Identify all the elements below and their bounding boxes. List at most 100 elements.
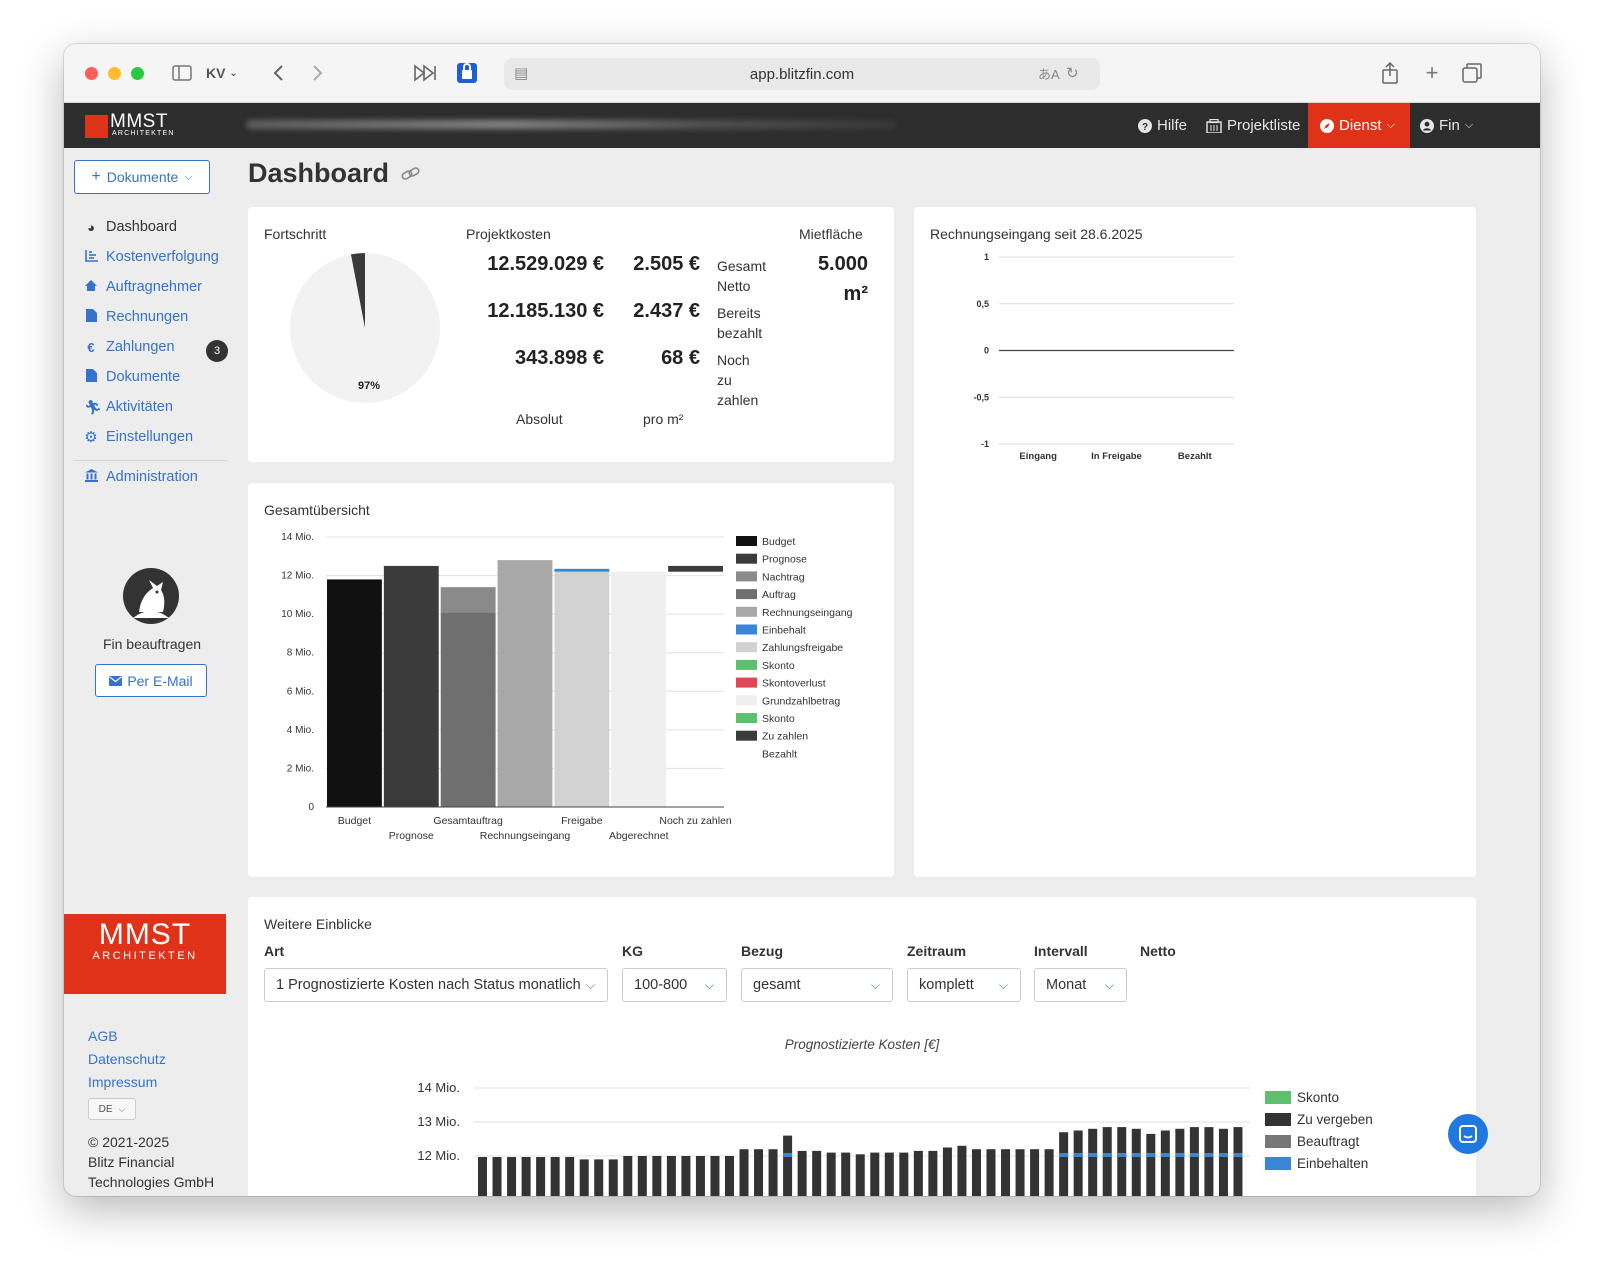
back-icon[interactable]: [268, 60, 288, 86]
forward-icon[interactable]: [308, 60, 328, 86]
fast-forward-icon[interactable]: [412, 60, 438, 86]
bezug-select[interactable]: gesamt ⌵: [741, 968, 893, 1002]
forecast-bar[interactable]: [1015, 1149, 1025, 1196]
forecast-bar[interactable]: [550, 1157, 560, 1196]
forecast-bar[interactable]: [579, 1159, 589, 1196]
forecast-bar[interactable]: [1160, 1130, 1170, 1197]
bar-nachtrag[interactable]: [440, 587, 496, 613]
forecast-bar[interactable]: [565, 1157, 575, 1196]
language-select[interactable]: DE ⌵: [88, 1098, 136, 1120]
forecast-bar[interactable]: [754, 1149, 764, 1196]
forecast-bar[interactable]: [986, 1149, 996, 1196]
forecast-bar[interactable]: [478, 1157, 488, 1196]
forecast-bar[interactable]: [724, 1156, 734, 1196]
forecast-bar[interactable]: [739, 1149, 749, 1196]
sidebar-item-dokumente[interactable]: Dokumente: [84, 366, 234, 388]
forecast-bar[interactable]: [1131, 1128, 1141, 1196]
sidebar-item-auftragnehmer[interactable]: Auftragnehmer: [84, 276, 234, 298]
forecast-bar[interactable]: [1218, 1128, 1228, 1196]
forecast-bar[interactable]: [797, 1150, 807, 1196]
privacy-link[interactable]: Datenschutz: [88, 1051, 166, 1067]
bar-einbehalt[interactable]: [554, 568, 610, 572]
sidebar-item-administration[interactable]: Administration: [84, 466, 234, 488]
zoom-window-button[interactable]: [131, 67, 144, 80]
bar-prognose[interactable]: [383, 565, 439, 807]
help-link[interactable]: ? Hilfe: [1138, 103, 1187, 148]
logo-text[interactable]: MMST: [110, 112, 168, 131]
forecast-bar[interactable]: [957, 1145, 967, 1196]
forecast-bar[interactable]: [899, 1152, 909, 1196]
forecast-bar[interactable]: [521, 1157, 531, 1196]
extension-icon[interactable]: [454, 60, 480, 86]
sidebar-item-dashboard[interactable]: ◕ Dashboard: [84, 216, 234, 238]
forecast-bar[interactable]: [695, 1156, 705, 1196]
project-list-link[interactable]: Projektliste: [1206, 103, 1300, 148]
reload-icon[interactable]: ↻: [1066, 64, 1079, 82]
forecast-bar[interactable]: [652, 1156, 662, 1196]
user-menu[interactable]: Fin ⌵: [1420, 103, 1473, 148]
translate-icon[interactable]: あA: [1038, 64, 1060, 83]
page-menu-icon[interactable]: ▤: [514, 64, 528, 82]
forecast-bar[interactable]: [681, 1156, 691, 1196]
minimize-window-button[interactable]: [108, 67, 121, 80]
zeitraum-select[interactable]: komplett ⌵: [907, 968, 1021, 1002]
sidebar-item-rechnungen[interactable]: Rechnungen: [84, 306, 234, 328]
forecast-bar[interactable]: [637, 1156, 647, 1196]
chat-button[interactable]: [1448, 1114, 1488, 1154]
forecast-bar[interactable]: [855, 1154, 865, 1196]
forecast-bar[interactable]: [1102, 1127, 1112, 1196]
forecast-bar[interactable]: [710, 1156, 720, 1196]
address-bar[interactable]: ▤ app.blitzfin.com あA ↻: [504, 58, 1100, 90]
service-menu[interactable]: Dienst ⌵: [1308, 103, 1410, 148]
bar-rechnungseingang[interactable]: [497, 560, 553, 807]
bar-zahlungsfreigabe[interactable]: [554, 571, 610, 807]
forecast-bar[interactable]: [942, 1147, 952, 1197]
forecast-bar[interactable]: [666, 1156, 676, 1196]
forecast-bar[interactable]: [768, 1149, 778, 1196]
sidebar-item-aktivitaeten[interactable]: 🏃︎ Aktivitäten: [84, 396, 234, 418]
email-button[interactable]: Per E-Mail: [95, 664, 207, 697]
forecast-bar[interactable]: [826, 1152, 836, 1196]
forecast-bar[interactable]: [913, 1150, 923, 1196]
link-icon[interactable]: [401, 166, 421, 182]
forecast-bar[interactable]: [1175, 1128, 1185, 1196]
intervall-select[interactable]: Monat ⌵: [1034, 968, 1127, 1002]
sidebar-toggle-icon[interactable]: [170, 60, 194, 86]
share-icon[interactable]: [1378, 60, 1402, 86]
forecast-bar[interactable]: [1146, 1133, 1156, 1196]
add-documents-button[interactable]: + Dokumente ⌵: [74, 160, 210, 194]
forecast-bar[interactable]: [1204, 1127, 1214, 1196]
forecast-bar[interactable]: [1059, 1132, 1069, 1196]
forecast-bar[interactable]: [812, 1150, 822, 1196]
imprint-link[interactable]: Impressum: [88, 1074, 157, 1090]
forecast-bar[interactable]: [608, 1159, 618, 1196]
forecast-bar[interactable]: [536, 1157, 546, 1196]
tab-group-selector[interactable]: KV ⌄: [206, 60, 238, 86]
new-tab-icon[interactable]: +: [1420, 60, 1444, 86]
forecast-bar[interactable]: [870, 1152, 880, 1196]
agb-link[interactable]: AGB: [88, 1028, 118, 1044]
forecast-bar[interactable]: [1233, 1127, 1243, 1196]
art-select[interactable]: 1 Prognostizierte Kosten nach Status mon…: [264, 968, 608, 1002]
forecast-bar[interactable]: [783, 1135, 793, 1196]
sidebar-item-einstellungen[interactable]: ⚙ Einstellungen: [84, 426, 234, 448]
bar-zu-zahlen[interactable]: [668, 565, 723, 572]
forecast-bar[interactable]: [841, 1152, 851, 1196]
forecast-bar[interactable]: [1044, 1149, 1054, 1196]
forecast-bar[interactable]: [928, 1150, 938, 1196]
kg-select[interactable]: 100-800 ⌵: [622, 968, 727, 1002]
forecast-bar[interactable]: [1030, 1149, 1040, 1196]
forecast-bar[interactable]: [884, 1152, 894, 1196]
bar-grundzahlbetrag[interactable]: [611, 571, 667, 807]
forecast-bar[interactable]: [1001, 1149, 1011, 1196]
forecast-bar[interactable]: [1073, 1130, 1083, 1197]
bar-budget[interactable]: [327, 579, 382, 807]
forecast-bar[interactable]: [1088, 1128, 1098, 1196]
forecast-bar[interactable]: [623, 1156, 633, 1196]
forecast-bar[interactable]: [1189, 1127, 1199, 1196]
forecast-bar[interactable]: [492, 1157, 502, 1196]
bar-auftrag[interactable]: [440, 612, 496, 807]
forecast-bar[interactable]: [971, 1149, 981, 1196]
forecast-bar[interactable]: [1117, 1127, 1127, 1196]
forecast-bar[interactable]: [594, 1159, 604, 1196]
